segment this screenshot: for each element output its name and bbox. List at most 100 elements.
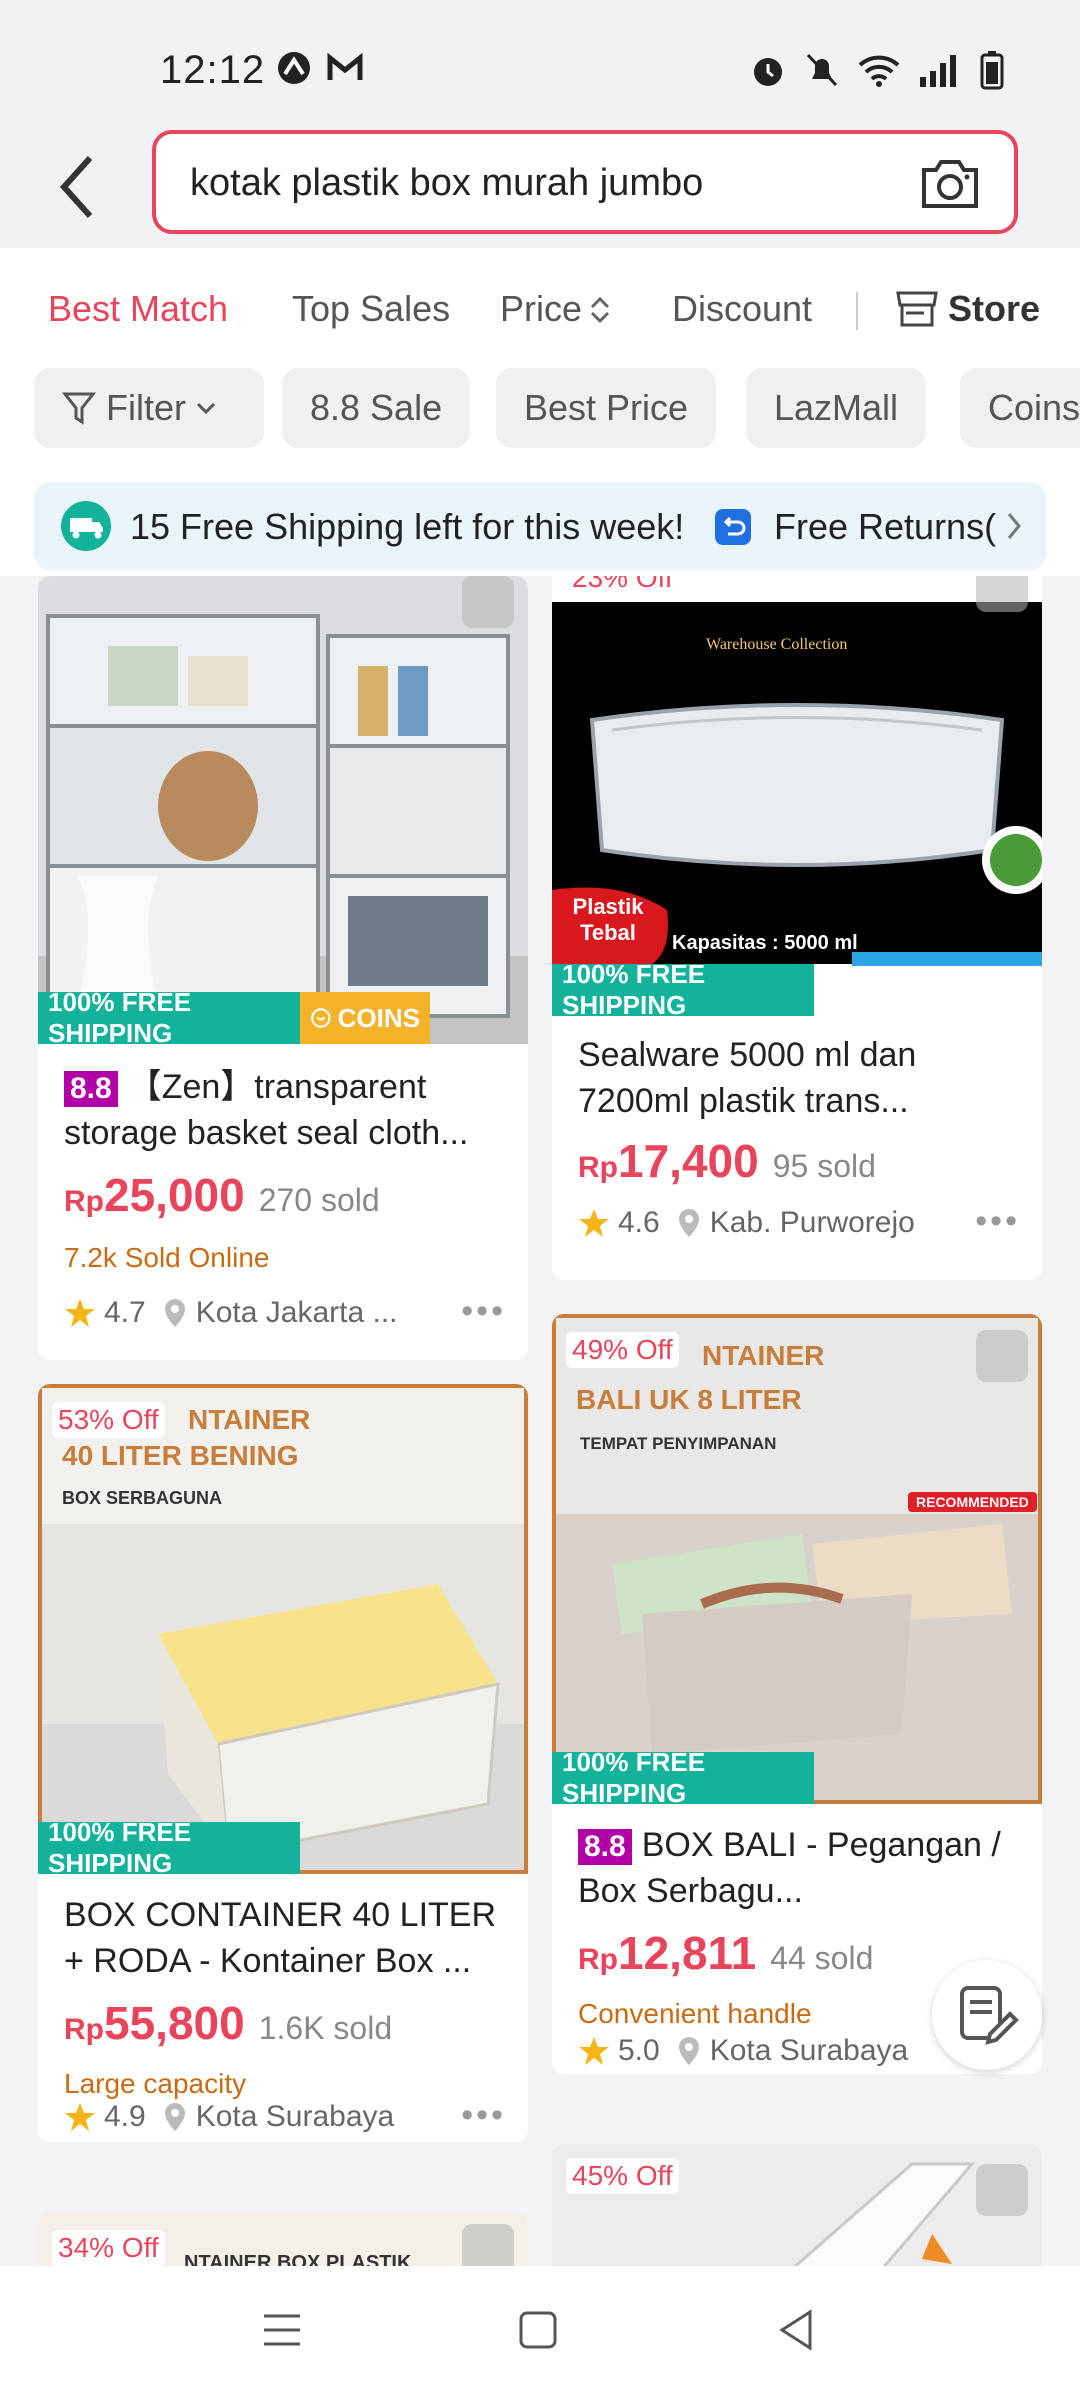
image-headline: NTAINER BOX PLASTIK (184, 2252, 412, 2266)
store-icon (896, 291, 938, 327)
sort-bar: Best Match Top Sales Price Discount Stor… (0, 248, 1080, 366)
chip-lazmall[interactable]: LazMall (746, 368, 927, 448)
currency: Rp (578, 1151, 618, 1184)
app-notification-icon (278, 52, 310, 84)
free-shipping-badge: 100% FREE SHIPPING (38, 1817, 300, 1874)
sort-top-sales[interactable]: Top Sales (292, 288, 450, 330)
product-card[interactable]: 45% Off (552, 2144, 1042, 2266)
more-options-icon[interactable]: ••• (975, 1202, 1020, 1241)
free-returns-text: Free Returns( (774, 506, 997, 547)
product-image: 34% Off NTAINER BOX PLASTIK (38, 2212, 528, 2266)
star-icon (579, 2037, 609, 2065)
free-shipping-text: 15 Free Shipping left for this week! (130, 506, 685, 547)
sold-count: 1.6K sold (258, 2010, 393, 2046)
gmail-icon (327, 52, 363, 80)
image-headline: NTAINER (188, 1404, 311, 1435)
more-options-icon[interactable]: ••• (461, 1292, 506, 1331)
sort-price[interactable]: Price (500, 288, 612, 330)
product-meta: 4.6 Kab. Purworejo (578, 1206, 915, 1240)
currency: Rp (578, 1943, 618, 1976)
product-title: BOX CONTAINER 40 LITER + RODA - Kontaine… (64, 1896, 497, 1980)
image-search-icon[interactable] (976, 2164, 1028, 2216)
product-image: 49% Off NTAINER BALI UK 8 LITER TEMPAT P… (552, 1314, 1042, 1804)
rating: 5.0 (618, 2034, 660, 2067)
discount-badge: 49% Off (566, 1332, 679, 1368)
search-input[interactable]: kotak plastik box murah jumbo (152, 130, 1018, 234)
more-options-icon[interactable]: ••• (461, 2096, 506, 2135)
product-card[interactable]: 23% Off Warehouse Collection Plastik Teb… (552, 576, 1042, 1280)
currency: Rp (64, 2013, 104, 2046)
product-card[interactable]: 100% FREE SHIPPING COINS 8.8 【Zen】transpa… (38, 576, 528, 1360)
sort-best-match[interactable]: Best Match (48, 288, 228, 330)
home-nav-icon[interactable] (518, 2310, 558, 2350)
product-attribute: Convenient handle (578, 1998, 812, 2029)
status-bar: 12:12 (0, 0, 1080, 130)
image-search-icon[interactable] (462, 576, 514, 628)
sold-count: 270 sold (258, 1182, 380, 1218)
product-card[interactable]: 49% Off NTAINER BALI UK 8 LITER TEMPAT P… (552, 1314, 1042, 2074)
image-search-icon[interactable] (976, 576, 1028, 612)
clock: 12:12 (160, 48, 266, 92)
sort-divider (856, 292, 858, 330)
location-pin-icon (164, 1299, 185, 1327)
product-price: Rp17,400 95 sold (578, 1134, 876, 1188)
back-arrow-icon[interactable] (52, 152, 102, 222)
filter-chip[interactable]: Filter (34, 368, 264, 448)
menu-nav-icon[interactable] (262, 2312, 302, 2348)
back-nav-icon[interactable] (776, 2308, 816, 2352)
location: Kab. Purworejo (709, 1206, 915, 1239)
promo-banner-area: 15 Free Shipping left for this week! Fre… (0, 466, 1080, 576)
sort-discount[interactable]: Discount (672, 288, 812, 330)
camera-icon[interactable] (918, 156, 982, 212)
store-filter[interactable]: Store (894, 288, 1040, 330)
free-shipping-badge: 100% FREE SHIPPING (552, 1747, 814, 1804)
product-price: Rp12,811 44 sold (578, 1926, 873, 1980)
location-pin-icon (678, 1209, 699, 1237)
filter-label: Filter (106, 387, 186, 428)
rating: 4.7 (104, 1296, 146, 1329)
image-subtitle: BOX SERBAGUNA (62, 1488, 223, 1508)
image-headline-2: 40 LITER BENING (62, 1440, 299, 1471)
returns-icon (715, 509, 751, 545)
discount-badge: 23% Off (566, 576, 679, 596)
free-shipping-truck-icon (61, 501, 111, 551)
sold-count: 44 sold (770, 1940, 874, 1976)
brand-watermark: Warehouse Collection (706, 636, 848, 653)
sort-toggle-icon (590, 296, 610, 324)
coins-badge: COINS (300, 992, 430, 1044)
image-search-icon[interactable] (976, 1330, 1028, 1382)
capacity-caption: Kapasitas : 5000 ml (672, 932, 858, 954)
product-price: Rp55,800 1.6K sold (64, 1996, 392, 2050)
product-price: Rp25,000 270 sold (64, 1168, 380, 1222)
alarm-icon (754, 58, 782, 86)
star-icon (65, 2103, 95, 2131)
image-headline-2: BALI UK 8 LITER (576, 1384, 802, 1415)
currency: Rp (64, 1185, 104, 1218)
product-card[interactable]: 53% Off NTAINER 40 LITER BENING BOX SERB… (38, 1384, 528, 2142)
price-value: 55,800 (104, 1997, 245, 2049)
coins-icon (311, 1008, 331, 1028)
filter-icon (62, 392, 96, 425)
price-value: 12,811 (618, 1927, 757, 1979)
battery-icon (980, 51, 1004, 90)
product-grid: 100% FREE SHIPPING COINS 8.8 【Zen】transpa… (0, 576, 1080, 2266)
product-attribute: Large capacity (64, 2068, 247, 2099)
product-image: 100% FREE SHIPPING COINS (38, 576, 528, 1044)
star-icon (579, 1209, 609, 1237)
product-meta: 5.0 Kota Surabaya (578, 2034, 908, 2068)
sort-price-label: Price (500, 288, 583, 329)
chip-best-price[interactable]: Best Price (496, 368, 717, 448)
price-value: 17,400 (618, 1135, 759, 1187)
location: Kota Surabaya (709, 2034, 909, 2067)
product-meta: 4.9 Kota Surabaya (64, 2100, 394, 2134)
discount-badge: 34% Off (52, 2230, 165, 2266)
promo-banner[interactable]: 15 Free Shipping left for this week! Fre… (34, 482, 1046, 570)
floating-notes-button[interactable] (932, 1960, 1042, 2070)
product-card[interactable]: 34% Off NTAINER BOX PLASTIK (38, 2212, 528, 2266)
chip-sale[interactable]: 8.8 Sale (282, 368, 471, 448)
mute-icon (806, 53, 838, 87)
star-icon (65, 1299, 95, 1327)
free-shipping-badge: 100% FREE SHIPPING (552, 959, 814, 1016)
chip-coins[interactable]: Coins (960, 368, 1080, 448)
image-search-icon[interactable] (462, 2224, 514, 2266)
